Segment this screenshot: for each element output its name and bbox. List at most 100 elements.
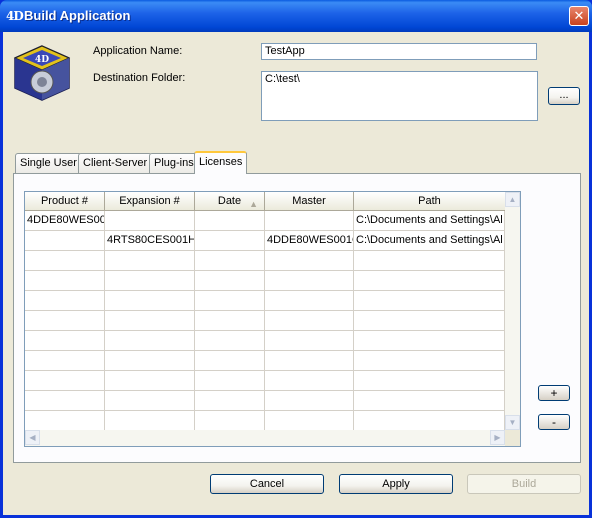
scroll-up-icon[interactable]: ▲ — [505, 192, 520, 207]
scroll-down-icon[interactable]: ▼ — [505, 415, 520, 430]
column-header-date-label: Date — [217, 195, 242, 207]
table-cell[interactable] — [265, 371, 354, 391]
scrollbar-corner — [505, 430, 520, 446]
table-cell[interactable] — [265, 311, 354, 331]
tab-client-server[interactable]: Client-Server — [78, 153, 153, 173]
table-cell[interactable]: C:\Documents and Settings\Al — [354, 231, 505, 251]
table-row[interactable] — [25, 371, 505, 391]
table-cell[interactable] — [25, 331, 105, 351]
table-cell[interactable] — [195, 311, 265, 331]
column-header-date[interactable]: Date ▲ — [195, 192, 265, 211]
table-cell[interactable] — [105, 291, 195, 311]
table-cell[interactable] — [195, 271, 265, 291]
table-cell[interactable] — [195, 331, 265, 351]
table-cell[interactable] — [105, 211, 195, 231]
table-cell[interactable] — [195, 231, 265, 251]
table-cell[interactable] — [354, 411, 505, 431]
table-cell[interactable] — [25, 411, 105, 431]
table-cell[interactable] — [25, 371, 105, 391]
table-cell[interactable] — [195, 391, 265, 411]
table-cell[interactable] — [105, 371, 195, 391]
column-header-product[interactable]: Product # — [25, 192, 105, 211]
table-cell[interactable] — [265, 331, 354, 351]
tab-single-user[interactable]: Single User — [15, 153, 82, 173]
table-row[interactable]: 4DDE80WES001 C:\Documents and Settings\Al — [25, 211, 505, 231]
table-row[interactable] — [25, 251, 505, 271]
table-cell[interactable] — [105, 311, 195, 331]
table-cell[interactable] — [25, 231, 105, 251]
table-cell[interactable] — [25, 251, 105, 271]
table-cell[interactable] — [195, 371, 265, 391]
column-header-path[interactable]: Path — [354, 192, 505, 211]
table-cell[interactable] — [265, 271, 354, 291]
svg-text:4D: 4D — [35, 55, 49, 65]
licenses-table[interactable]: Product # Expansion # Date ▲ Master Path… — [24, 191, 521, 447]
table-cell[interactable] — [25, 391, 105, 411]
table-cell[interactable] — [105, 271, 195, 291]
table-cell[interactable] — [265, 211, 354, 231]
scroll-left-icon[interactable]: ◀ — [25, 430, 40, 445]
table-cell[interactable] — [354, 371, 505, 391]
build-button[interactable]: Build — [467, 474, 581, 494]
licenses-panel: Product # Expansion # Date ▲ Master Path… — [13, 173, 581, 463]
table-cell[interactable] — [354, 391, 505, 411]
table-cell[interactable] — [105, 391, 195, 411]
table-cell[interactable] — [25, 291, 105, 311]
horizontal-scrollbar[interactable]: ◀ ▶ — [25, 430, 505, 446]
tab-plug-ins[interactable]: Plug-ins — [149, 153, 199, 173]
table-row[interactable] — [25, 271, 505, 291]
table-cell[interactable] — [265, 411, 354, 431]
table-cell[interactable]: C:\Documents and Settings\Al — [354, 211, 505, 231]
table-cell[interactable]: 4RTS80CES001HB — [105, 231, 195, 251]
remove-license-button[interactable]: - — [538, 414, 570, 430]
close-button[interactable]: ✕ — [569, 6, 589, 26]
table-cell[interactable] — [105, 411, 195, 431]
apply-button[interactable]: Apply — [339, 474, 453, 494]
table-cell[interactable] — [25, 271, 105, 291]
table-header: Product # Expansion # Date ▲ Master Path — [25, 192, 505, 211]
table-cell[interactable]: 4DDE80WES001 — [25, 211, 105, 231]
browse-folder-button[interactable]: ... — [548, 87, 580, 105]
tab-licenses[interactable]: Licenses — [194, 151, 248, 174]
table-cell[interactable] — [195, 251, 265, 271]
table-cell[interactable] — [105, 351, 195, 371]
column-header-master[interactable]: Master — [265, 192, 354, 211]
table-row[interactable] — [25, 391, 505, 411]
table-cell[interactable] — [105, 251, 195, 271]
add-license-button[interactable]: + — [538, 385, 570, 401]
table-row[interactable] — [25, 331, 505, 351]
table-cell[interactable]: 4DDE80WES001G — [265, 231, 354, 251]
table-row[interactable]: 4RTS80CES001HB 4DDE80WES001G C:\Documents … — [25, 231, 505, 251]
build-application-window: 4D Build Application ✕ 4D Application Na… — [0, 0, 592, 518]
table-cell[interactable] — [25, 351, 105, 371]
vertical-scrollbar[interactable]: ▲ ▼ — [505, 192, 520, 430]
table-cell[interactable] — [265, 251, 354, 271]
table-cell[interactable] — [265, 351, 354, 371]
destination-folder-field[interactable]: C:\test\ — [261, 71, 538, 121]
table-cell[interactable] — [354, 311, 505, 331]
cancel-button[interactable]: Cancel — [210, 474, 324, 494]
table-cell[interactable] — [354, 271, 505, 291]
table-row[interactable] — [25, 351, 505, 371]
scroll-right-icon[interactable]: ▶ — [490, 430, 505, 445]
table-row[interactable] — [25, 311, 505, 331]
table-cell[interactable] — [195, 291, 265, 311]
table-cell[interactable] — [354, 291, 505, 311]
table-cell[interactable] — [195, 211, 265, 231]
table-cell[interactable] — [195, 411, 265, 431]
dialog-body: 4D Application Name: TestApp Destination… — [3, 32, 589, 515]
app-name-input[interactable]: TestApp — [261, 43, 537, 60]
table-cell[interactable] — [354, 331, 505, 351]
table-cell[interactable] — [354, 351, 505, 371]
column-header-expansion[interactable]: Expansion # — [105, 192, 195, 211]
table-cell[interactable] — [265, 291, 354, 311]
table-cell[interactable] — [354, 251, 505, 271]
title-bar[interactable]: 4D Build Application ✕ — [0, 0, 592, 32]
table-cell[interactable] — [195, 351, 265, 371]
table-cell[interactable] — [25, 311, 105, 331]
table-body: 4DDE80WES001 C:\Documents and Settings\Al… — [25, 211, 505, 431]
table-cell[interactable] — [265, 391, 354, 411]
table-row[interactable] — [25, 291, 505, 311]
table-row[interactable] — [25, 411, 505, 431]
table-cell[interactable] — [105, 331, 195, 351]
